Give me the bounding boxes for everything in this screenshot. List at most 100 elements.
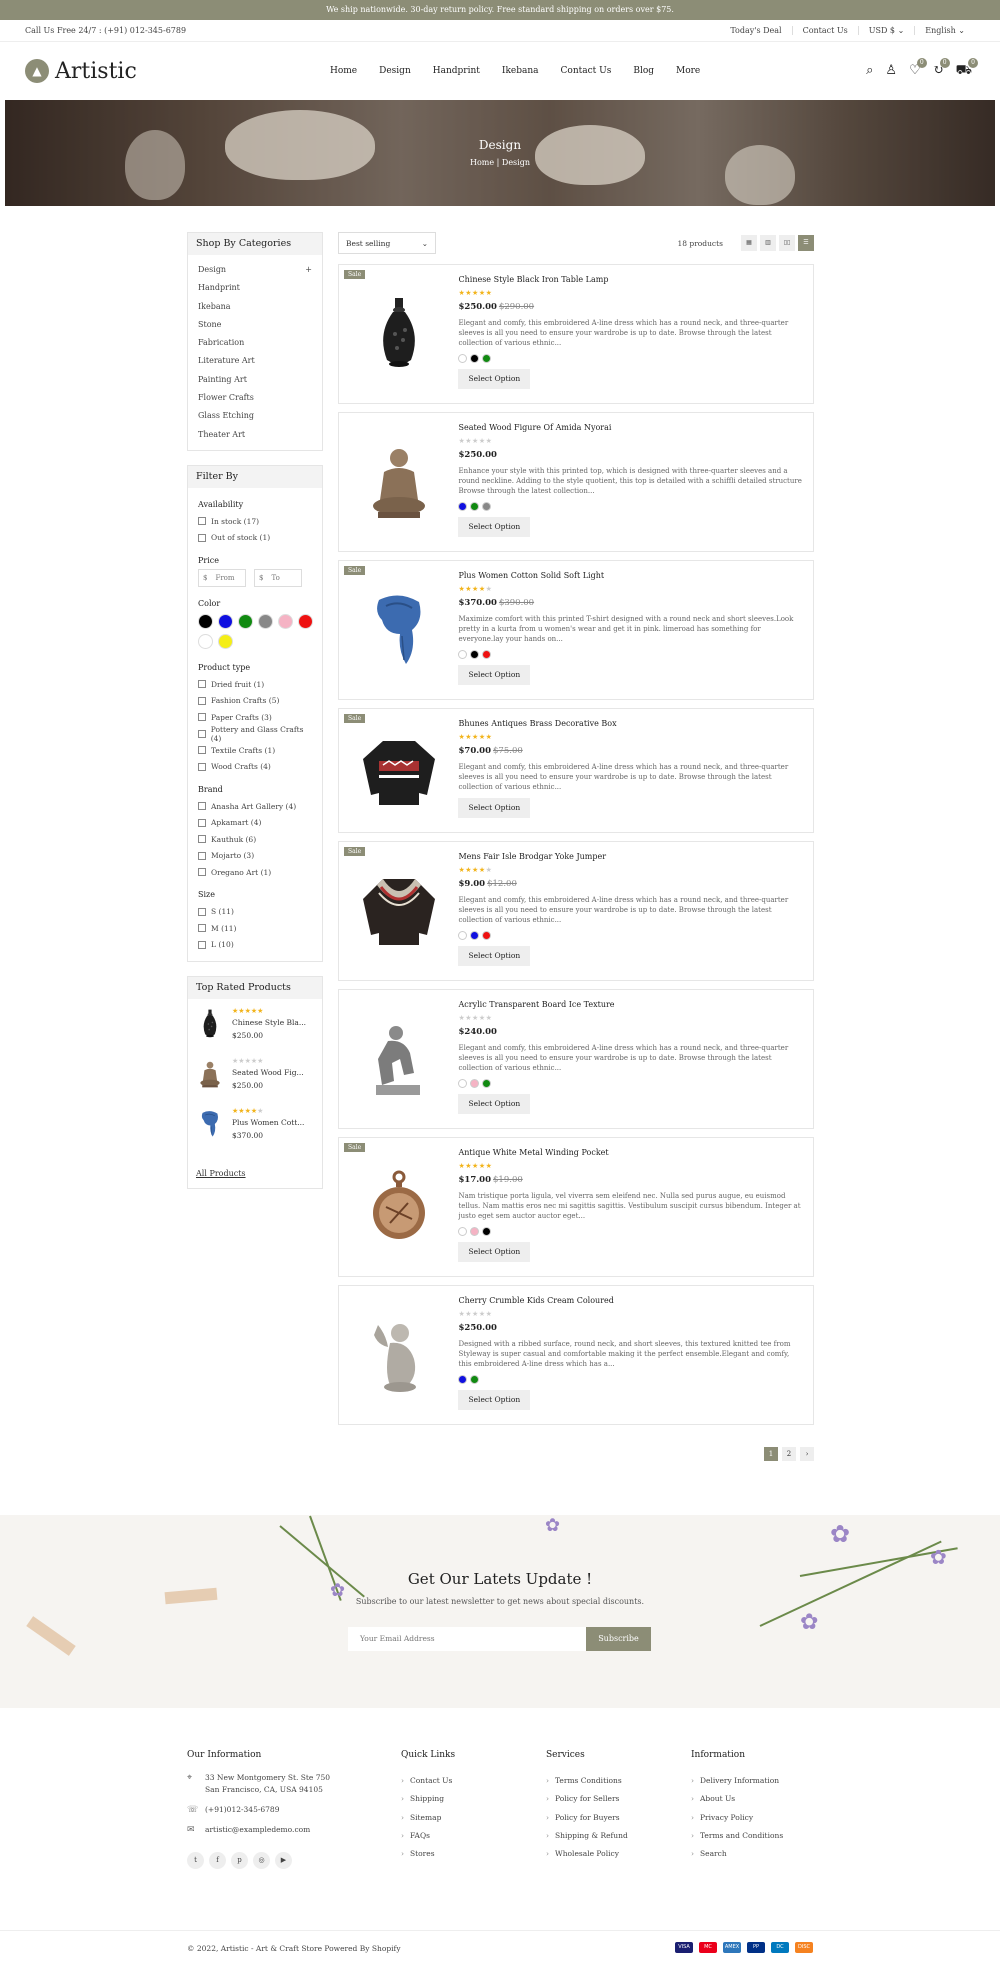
product-image[interactable]	[339, 265, 458, 403]
top-rated-item[interactable]: ★★★★★ Seated Wood Fig... $250.00	[196, 1057, 314, 1107]
color-swatch[interactable]	[218, 613, 233, 629]
product-type-checkbox[interactable]: Pottery and Glass Crafts (4)	[198, 725, 312, 743]
select-option-button[interactable]: Select Option	[458, 369, 531, 389]
select-option-button[interactable]: Select Option	[458, 1390, 531, 1410]
checkbox-icon[interactable]	[198, 924, 206, 933]
color-swatch[interactable]	[470, 1375, 480, 1384]
color-swatch[interactable]	[482, 1079, 492, 1088]
email[interactable]: ✉ artistic@exampledemo.com	[187, 1824, 401, 1836]
compare-icon[interactable]: ↻ 0	[933, 57, 950, 80]
footer-link-shipping-refund[interactable]: Shipping & Refund	[546, 1827, 691, 1845]
footer-link-privacy-policy[interactable]: Privacy Policy	[691, 1809, 814, 1827]
color-swatch[interactable]	[470, 931, 480, 940]
brand-checkbox[interactable]: Apkamart (4)	[198, 814, 312, 831]
checkbox-icon[interactable]	[198, 533, 206, 542]
footer-link-about-us[interactable]: About Us	[691, 1790, 814, 1808]
footer-link-faqs[interactable]: FAQs	[401, 1827, 546, 1845]
color-swatch[interactable]	[482, 502, 492, 511]
color-swatch[interactable]	[482, 1227, 492, 1236]
select-option-button[interactable]: Select Option	[458, 798, 531, 818]
product-title[interactable]: Mens Fair Isle Brodgar Yoke Jumper	[458, 852, 803, 861]
checkbox-icon[interactable]	[198, 802, 206, 811]
top-rated-name[interactable]: Plus Women Cott...	[232, 1118, 304, 1127]
product-card[interactable]: Sale Mens Fair Isle Brodgar Yoke Jumper ★★…	[338, 841, 814, 981]
todays-deal-link[interactable]: Today's Deal	[720, 26, 791, 35]
twitter-icon[interactable]: t	[187, 1852, 204, 1869]
product-type-checkbox[interactable]: Wood Crafts (4)	[198, 758, 312, 775]
product-title[interactable]: Seated Wood Figure Of Amida Nyorai	[458, 423, 803, 432]
brand-checkbox[interactable]: Anasha Art Gallery (4)	[198, 798, 312, 815]
footer-link-terms-and-conditions[interactable]: Terms and Conditions	[691, 1827, 814, 1845]
grid-4-view-icon[interactable]: ▦	[741, 235, 757, 251]
language-select[interactable]: English ⌄	[914, 26, 975, 35]
category-ikebana[interactable]: Ikebana	[198, 298, 312, 316]
checkbox-icon[interactable]	[198, 696, 206, 705]
color-swatch[interactable]	[470, 354, 480, 363]
nav-ikebana[interactable]: Ikebana	[502, 66, 539, 76]
color-swatch[interactable]	[458, 931, 468, 940]
product-card[interactable]: Seated Wood Figure Of Amida Nyorai ★★★★★ $…	[338, 412, 814, 552]
product-title[interactable]: Antique White Metal Winding Pocket	[458, 1148, 803, 1157]
product-card[interactable]: Cherry Crumble Kids Cream Coloured ★★★★★ $…	[338, 1285, 814, 1425]
product-card[interactable]: Sale Plus Women Cotton Solid Soft Light ★★…	[338, 560, 814, 700]
category-theater-art[interactable]: Theater Art	[198, 426, 312, 444]
product-image[interactable]	[339, 842, 458, 980]
color-swatch[interactable]	[238, 613, 253, 629]
color-swatch[interactable]	[458, 1079, 468, 1088]
footer-link-sitemap[interactable]: Sitemap	[401, 1809, 546, 1827]
category-flower-crafts[interactable]: Flower Crafts	[198, 389, 312, 407]
select-option-button[interactable]: Select Option	[458, 946, 531, 966]
all-products-link[interactable]: All Products	[196, 1169, 314, 1178]
category-fabrication[interactable]: Fabrication	[198, 334, 312, 352]
product-image[interactable]	[339, 413, 458, 551]
contact-us-link[interactable]: Contact Us	[791, 26, 858, 35]
color-swatch[interactable]	[470, 1227, 480, 1236]
checkbox-icon[interactable]	[198, 746, 206, 755]
top-rated-item[interactable]: ★★★★★ Plus Women Cott... $370.00	[196, 1107, 314, 1157]
pinterest-icon[interactable]: p	[231, 1852, 248, 1869]
availability-checkbox[interactable]: In stock (17)	[198, 513, 312, 530]
footer-link-delivery-information[interactable]: Delivery Information	[691, 1772, 814, 1790]
category-literature-art[interactable]: Literature Art	[198, 352, 312, 370]
product-card[interactable]: Acrylic Transparent Board Ice Texture ★★★…	[338, 989, 814, 1129]
logo[interactable]: ▲ Artistic	[25, 59, 137, 84]
footer-link-contact-us[interactable]: Contact Us	[401, 1772, 546, 1790]
category-glass-etching[interactable]: Glass Etching	[198, 407, 312, 425]
nav-design[interactable]: Design	[379, 66, 411, 76]
product-card[interactable]: Sale Antique White Metal Winding Pocket ★★…	[338, 1137, 814, 1277]
nav-handprint[interactable]: Handprint	[433, 66, 480, 76]
currency-select[interactable]: USD $ ⌄	[857, 26, 915, 35]
checkbox-icon[interactable]	[198, 835, 206, 844]
checkbox-icon[interactable]	[198, 517, 206, 526]
product-type-checkbox[interactable]: Paper Crafts (3)	[198, 709, 312, 726]
color-swatch[interactable]	[482, 354, 492, 363]
brand-checkbox[interactable]: Mojarto (3)	[198, 847, 312, 864]
color-swatch[interactable]	[198, 633, 213, 649]
product-card[interactable]: Sale Chinese Style Black Iron Table Lamp ★…	[338, 264, 814, 404]
size-checkbox[interactable]: S (11)	[198, 903, 312, 920]
color-swatch[interactable]	[458, 650, 468, 659]
page-1-button[interactable]: 1	[764, 1447, 778, 1461]
category-painting-art[interactable]: Painting Art	[198, 371, 312, 389]
product-title[interactable]: Chinese Style Black Iron Table Lamp	[458, 275, 803, 284]
brand-checkbox[interactable]: Kauthuk (6)	[198, 831, 312, 848]
nav-blog[interactable]: Blog	[633, 66, 654, 76]
brand-checkbox[interactable]: Oregano Art (1)	[198, 864, 312, 881]
breadcrumb-home[interactable]: Home |	[470, 158, 499, 167]
grid-2-view-icon[interactable]: ▯▯	[779, 235, 795, 251]
sort-select[interactable]: Best selling ⌄	[338, 232, 436, 254]
category-handprint[interactable]: Handprint	[198, 279, 312, 297]
size-checkbox[interactable]: M (11)	[198, 920, 312, 937]
footer-link-wholesale-policy[interactable]: Wholesale Policy	[546, 1845, 691, 1863]
color-swatch[interactable]	[482, 650, 492, 659]
checkbox-icon[interactable]	[198, 762, 206, 771]
list-view-icon[interactable]: ☰	[798, 235, 814, 251]
checkbox-icon[interactable]	[198, 907, 206, 916]
facebook-icon[interactable]: f	[209, 1852, 226, 1869]
user-icon[interactable]: ♙	[885, 63, 897, 80]
product-title[interactable]: Bhunes Antiques Brass Decorative Box	[458, 719, 803, 728]
product-image[interactable]	[339, 990, 458, 1128]
price-to-input[interactable]: $ To	[254, 568, 302, 587]
footer-link-shipping[interactable]: Shipping	[401, 1790, 546, 1808]
category-design[interactable]: Design +	[198, 261, 312, 279]
